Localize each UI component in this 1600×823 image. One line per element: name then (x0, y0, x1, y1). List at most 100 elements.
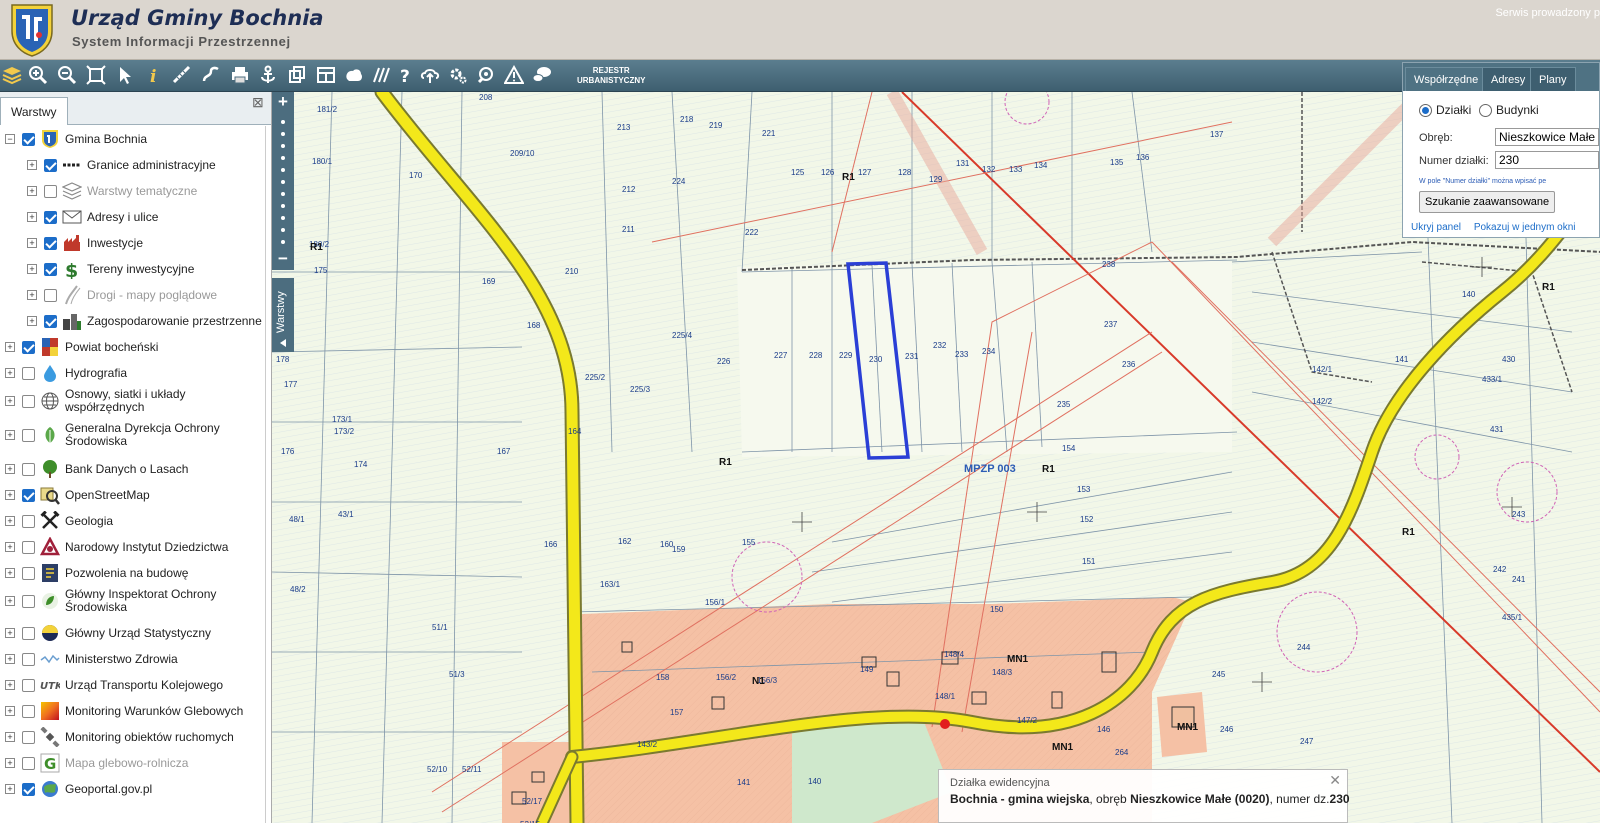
layers-panel-toggle[interactable]: Warstwy (272, 278, 294, 352)
obreb-field[interactable] (1495, 128, 1599, 146)
zoom-extent-icon[interactable] (84, 63, 108, 87)
map-canvas[interactable]: 208181/2180/1180/2213218219221209/102122… (272, 92, 1600, 823)
zoom-level-dot[interactable] (281, 168, 285, 172)
panel-close-icon[interactable]: ⊠ (252, 94, 264, 111)
pointer-icon[interactable] (113, 63, 137, 87)
print-icon[interactable] (228, 63, 252, 87)
zoom-level-dot[interactable] (281, 132, 285, 136)
expand-icon[interactable]: + (5, 706, 15, 716)
measure-area-icon[interactable] (199, 63, 223, 87)
cloud-shape-icon[interactable] (342, 63, 366, 87)
expand-icon[interactable]: + (5, 516, 15, 526)
warning-icon[interactable] (502, 63, 526, 87)
layer-checkbox[interactable] (22, 132, 35, 146)
upload-cloud-icon[interactable] (418, 63, 442, 87)
anchor-icon[interactable] (256, 63, 280, 87)
popup-close-icon[interactable]: ✕ (1329, 772, 1341, 789)
expand-icon[interactable]: + (27, 238, 37, 248)
layer-checkbox[interactable] (44, 184, 57, 198)
layer-item-drogi-mapy-pogladowe[interactable]: + Drogi - mapy poglądowe (0, 282, 265, 308)
radio-buildings[interactable]: Budynki (1479, 103, 1539, 117)
zoom-out-icon[interactable] (55, 63, 79, 87)
layer-item-narodowy-instytut-dziedzictwa[interactable]: + Narodowy Instytut Dziedzictwa (0, 534, 265, 560)
measure-line-icon[interactable] (170, 63, 194, 87)
layer-checkbox[interactable] (44, 262, 57, 276)
layer-checkbox[interactable] (22, 540, 35, 554)
layer-item-bank-danych-o-lasach[interactable]: + Bank Danych o Lasach (0, 456, 265, 482)
layer-item-monitoring-obiektow-ruchomych[interactable]: + Monitoring obiektów ruchomych (0, 724, 265, 750)
layer-item-mapa-glebowo-rolnicza[interactable]: + G Mapa glebowo-rolnicza (0, 750, 265, 776)
layer-item-geoportal-gov-pl[interactable]: + Geoportal.gov.pl (0, 776, 265, 802)
layer-checkbox[interactable] (22, 462, 35, 476)
parcel-number-field[interactable] (1495, 151, 1599, 169)
layer-item-adresy-i-ulice[interactable]: + Adresy i ulice (0, 204, 265, 230)
expand-icon[interactable]: + (5, 396, 15, 406)
layer-item-glowny-urzad-statystyczny[interactable]: + Główny Urząd Statystyczny (0, 620, 265, 646)
search-map-icon[interactable] (474, 63, 498, 87)
collapse-icon[interactable]: − (5, 134, 15, 144)
layer-checkbox[interactable] (22, 756, 35, 770)
layer-item-ministerstwo-zdrowia[interactable]: + Ministerstwo Zdrowia (0, 646, 265, 672)
tab-coordinates[interactable]: Współrzędne (1405, 67, 1488, 91)
layer-item-warstwy-tematyczne[interactable]: + Warstwy tematyczne (0, 178, 265, 204)
layer-checkbox[interactable] (22, 678, 35, 692)
layer-checkbox[interactable] (22, 782, 35, 796)
layer-checkbox[interactable] (22, 730, 35, 744)
expand-icon[interactable]: + (27, 316, 37, 326)
expand-icon[interactable]: + (5, 784, 15, 794)
expand-icon[interactable]: + (5, 628, 15, 638)
expand-icon[interactable]: + (5, 596, 15, 606)
zoom-level-dot[interactable] (281, 144, 285, 148)
layer-item-generalna-dyrekcja-ochrony-srodowiska[interactable]: + Generalna Dyrekcja Ochrony Środowiska (0, 419, 265, 451)
layer-item-openstreetmap[interactable]: + OpenStreetMap (0, 482, 265, 508)
layer-checkbox[interactable] (22, 626, 35, 640)
expand-icon[interactable]: + (5, 680, 15, 690)
layers-icon[interactable] (0, 63, 24, 87)
expand-icon[interactable]: + (27, 160, 37, 170)
layer-item-powiat-bochenski[interactable]: + Powiat bocheński (0, 334, 265, 360)
layer-checkbox[interactable] (22, 704, 35, 718)
layer-checkbox[interactable] (22, 366, 35, 380)
expand-icon[interactable]: + (5, 758, 15, 768)
zoom-in-button[interactable]: + (274, 93, 292, 111)
info-icon[interactable]: i (141, 63, 165, 87)
zoom-in-icon[interactable] (26, 63, 50, 87)
layer-checkbox[interactable] (22, 488, 35, 502)
layer-checkbox[interactable] (22, 394, 35, 408)
expand-icon[interactable]: + (27, 212, 37, 222)
expand-icon[interactable]: + (27, 290, 37, 300)
expand-icon[interactable]: + (27, 186, 37, 196)
single-window-link[interactable]: Pokazuj w jednym okni (1474, 222, 1576, 233)
map-view[interactable]: 208 181/2 180/1 180/2 213 218 219 221 209/10 212 2… (272, 92, 1600, 823)
expand-icon[interactable]: + (27, 264, 37, 274)
tab-plans[interactable]: Plany (1530, 67, 1576, 91)
layer-checkbox[interactable] (44, 314, 57, 328)
layer-item-pozwolenia-na-budowe[interactable]: + Pozwolenia na budowę (0, 560, 265, 586)
layer-checkbox[interactable] (22, 652, 35, 666)
layer-item-monitoring-warunkow-glebowych[interactable]: + Monitoring Warunków Glebowych (0, 698, 265, 724)
layer-item-hydrografia[interactable]: + Hydrografia (0, 360, 265, 386)
zoom-level-dot[interactable] (281, 204, 285, 208)
help-icon[interactable]: ? (394, 63, 418, 87)
zoom-level-dot[interactable] (281, 180, 285, 184)
hide-panel-link[interactable]: Ukryj panel (1411, 222, 1461, 233)
zoom-level-dot[interactable] (281, 240, 285, 244)
layer-checkbox[interactable] (44, 288, 57, 302)
zoom-level-dot[interactable] (281, 192, 285, 196)
zoom-level-dot[interactable] (281, 156, 285, 160)
layer-item-gmina-bochnia[interactable]: − Gmina Bochnia (0, 126, 265, 152)
expand-icon[interactable]: + (5, 732, 15, 742)
radio-buildings-dot[interactable] (1479, 103, 1492, 117)
layer-checkbox[interactable] (44, 158, 57, 172)
zoom-level-dot[interactable] (281, 216, 285, 220)
layer-checkbox[interactable] (22, 340, 35, 354)
table-icon[interactable] (314, 63, 338, 87)
zoom-out-button[interactable]: − (274, 250, 292, 268)
advanced-search-button[interactable]: Szukanie zaawansowane (1419, 191, 1556, 213)
settings-icon[interactable] (446, 63, 470, 87)
layer-checkbox[interactable] (22, 514, 35, 528)
layer-item-geologia[interactable]: + Geologia (0, 508, 265, 534)
tab-addresses[interactable]: Adresy (1482, 67, 1535, 91)
zoom-level-dot[interactable] (281, 120, 285, 124)
layer-item-tereny-inwestycyjne[interactable]: + $ Tereny inwestycyjne (0, 256, 265, 282)
